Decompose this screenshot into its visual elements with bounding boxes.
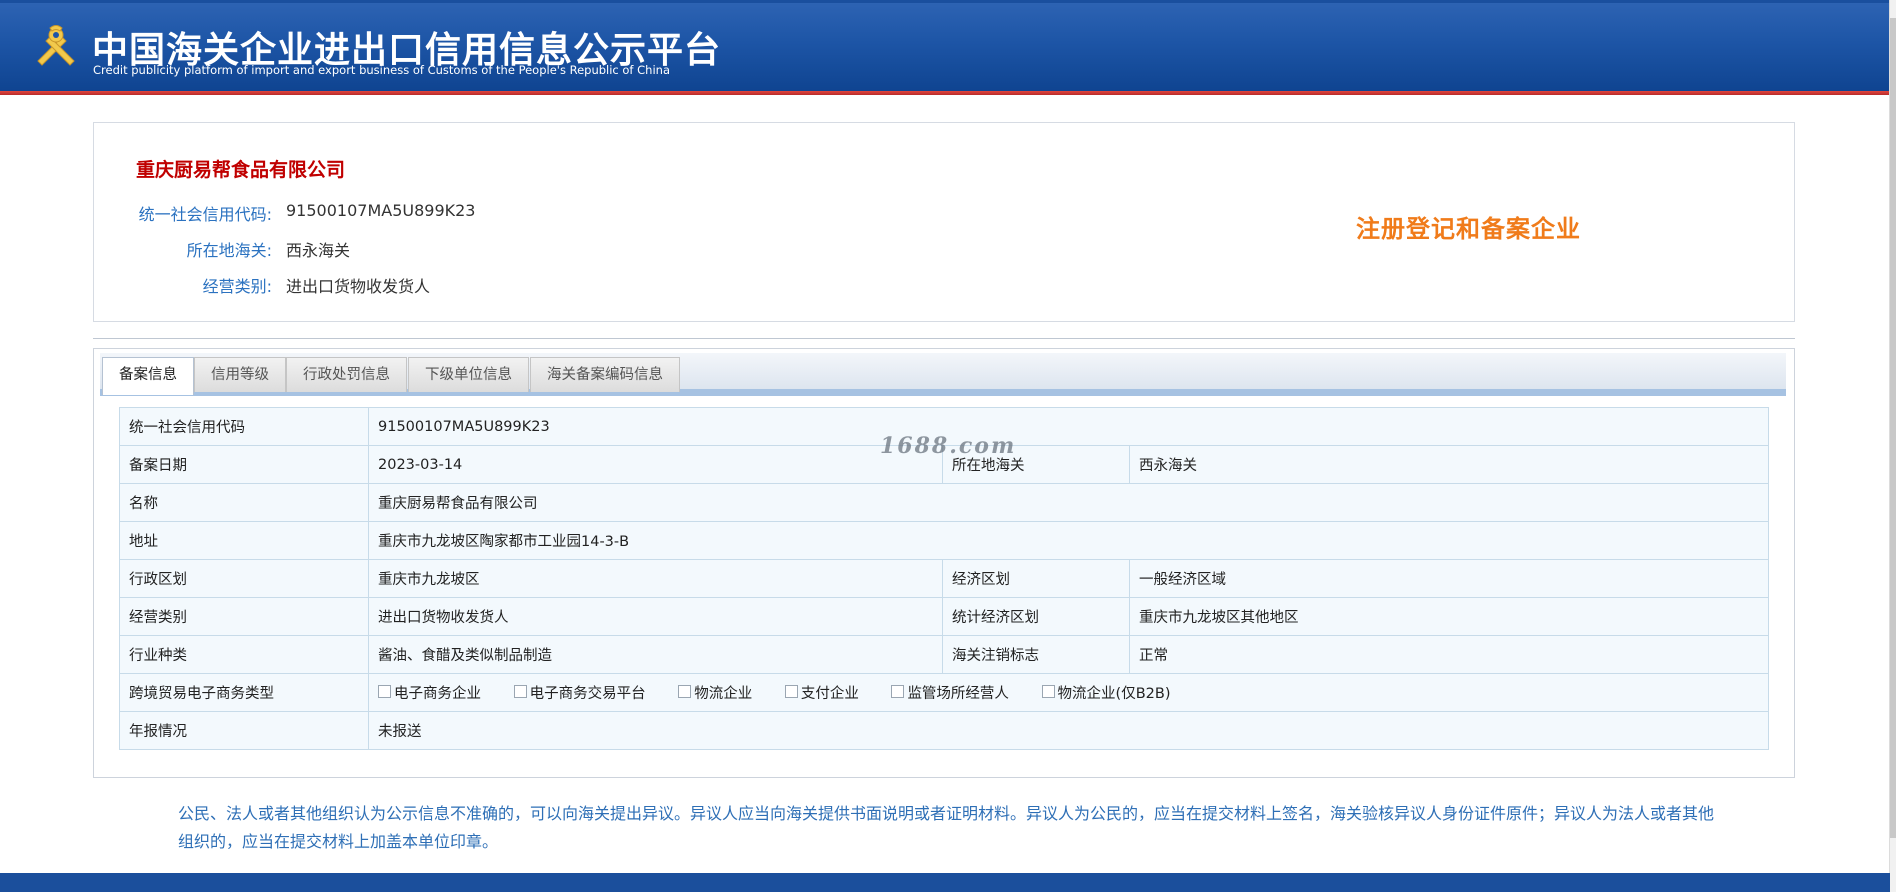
objection-notice: 公民、法人或者其他组织认为公示信息不准确的，可以向海关提出异议。异议人应当向海关… — [178, 804, 1715, 851]
table-row: 行政区划 重庆市九龙坡区 经济区划 一般经济区域 — [119, 559, 1769, 598]
scrollbar-thumb[interactable] — [1890, 18, 1896, 838]
company-summary: 重庆厨易帮食品有限公司 统一社会信用代码: 91500107MA5U899K23… — [93, 122, 1795, 322]
cell-label: 跨境贸易电子商务类型 — [119, 673, 369, 712]
checkbox-label: 电子商务交易平台 — [529, 686, 646, 702]
detail-panel: 备案信息 信用等级 行政处罚信息 下级单位信息 海关备案编码信息 统一社会信用代… — [93, 348, 1795, 778]
summary-value: 91500107MA5U899K23 — [286, 201, 476, 220]
summary-value: 西永海关 — [286, 241, 351, 260]
table-row: 年报情况 未报送 — [119, 711, 1769, 750]
cell-label: 海关注销标志 — [942, 635, 1130, 674]
table-row: 地址 重庆市九龙坡区陶家都市工业园14-3-B — [119, 521, 1769, 560]
cell-label: 经营类别 — [119, 597, 369, 636]
scrollbar[interactable] — [1889, 0, 1896, 892]
table-row: 经营类别 进出口货物收发货人 统计经济区划 重庆市九龙坡区其他地区 — [119, 597, 1769, 636]
table-row: 行业种类 酱油、食醋及类似制品制造 海关注销标志 正常 — [119, 635, 1769, 674]
checkbox-label: 物流企业(仅B2B) — [1057, 686, 1171, 702]
cell-value: 进出口货物收发货人 — [368, 597, 943, 636]
cell-label: 行业种类 — [119, 635, 369, 674]
company-name: 重庆厨易帮食品有限公司 — [136, 159, 346, 181]
cell-value: 西永海关 — [1129, 445, 1769, 484]
cell-label: 统计经济区划 — [942, 597, 1130, 636]
cell-value: 重庆市九龙坡区陶家都市工业园14-3-B — [368, 521, 1769, 560]
tab-credit-rating[interactable]: 信用等级 — [194, 357, 286, 392]
cell-label: 名称 — [119, 483, 369, 522]
site-header: 中国海关企业进出口信用信息公示平台 Credit publicity platf… — [0, 0, 1890, 91]
tab-subordinate-units[interactable]: 下级单位信息 — [408, 357, 529, 392]
cell-label: 备案日期 — [119, 445, 369, 484]
tab-customs-codes[interactable]: 海关备案编码信息 — [530, 357, 680, 392]
summary-label: 所在地海关: — [186, 241, 272, 260]
table-row: 跨境贸易电子商务类型 电子商务企业 电子商务交易平台 物流企业 支付企业 监管场… — [119, 673, 1769, 712]
cell-value: 重庆市九龙坡区其他地区 — [1129, 597, 1769, 636]
cell-value: 2023-03-14 — [368, 445, 943, 484]
ecommerce-option: 物流企业(仅B2B) — [1041, 684, 1171, 702]
checkbox[interactable] — [378, 684, 391, 698]
summary-value: 进出口货物收发货人 — [286, 277, 431, 296]
summary-label: 经营类别: — [202, 277, 272, 296]
ecommerce-option: 电子商务交易平台 — [513, 684, 646, 702]
summary-label: 统一社会信用代码: — [138, 205, 272, 224]
cell-label: 地址 — [119, 521, 369, 560]
checkbox[interactable] — [891, 684, 905, 698]
checkbox-label: 监管场所经营人 — [907, 686, 1009, 702]
ecommerce-option: 物流企业 — [678, 684, 753, 702]
checkbox[interactable] — [1041, 684, 1055, 698]
checkbox[interactable] — [678, 684, 692, 698]
registration-status-stamp: 注册登记和备案企业 — [1356, 215, 1581, 243]
summary-business-type: 经营类别: 进出口货物收发货人 — [94, 273, 814, 297]
cell-value: 91500107MA5U899K23 — [368, 407, 1769, 446]
ecommerce-option: 电子商务企业 — [378, 684, 481, 702]
table-row: 名称 重庆厨易帮食品有限公司 — [119, 483, 1769, 522]
cell-value: 重庆厨易帮食品有限公司 — [368, 483, 1769, 522]
cell-value: 未报送 — [368, 711, 1769, 750]
tab-bar: 备案信息 信用等级 行政处罚信息 下级单位信息 海关备案编码信息 — [100, 353, 1786, 396]
checkbox[interactable] — [784, 684, 798, 698]
watermark: 1688.com — [880, 433, 1017, 459]
checkbox-label: 物流企业 — [694, 686, 753, 702]
checkbox[interactable] — [513, 684, 527, 698]
ecommerce-option: 监管场所经营人 — [891, 684, 1009, 702]
checkbox-label: 支付企业 — [800, 686, 859, 702]
cell-label: 经济区划 — [942, 559, 1130, 598]
tab-record-info[interactable]: 备案信息 — [102, 357, 194, 395]
cell-label: 统一社会信用代码 — [119, 407, 369, 446]
site-subtitle: Credit publicity platform of import and … — [93, 63, 670, 77]
site-footer — [0, 873, 1890, 892]
cell-value: 酱油、食醋及类似制品制造 — [368, 635, 943, 674]
ecommerce-option: 支付企业 — [784, 684, 859, 702]
checkbox-label: 电子商务企业 — [394, 686, 481, 702]
cell-value: 重庆市九龙坡区 — [368, 559, 943, 598]
summary-customs: 所在地海关: 西永海关 — [94, 237, 814, 261]
customs-emblem-icon — [37, 25, 75, 66]
cell-label: 行政区划 — [119, 559, 369, 598]
summary-credit-code: 统一社会信用代码: 91500107MA5U899K23 — [94, 201, 814, 225]
cell-label: 年报情况 — [119, 711, 369, 750]
section-divider — [93, 338, 1795, 339]
header-divider — [0, 91, 1890, 95]
ecommerce-options: 电子商务企业 电子商务交易平台 物流企业 支付企业 监管场所经营人 物流企业(仅… — [368, 673, 1769, 712]
tab-admin-penalty[interactable]: 行政处罚信息 — [286, 357, 407, 392]
cell-value: 正常 — [1129, 635, 1769, 674]
cell-value: 一般经济区域 — [1129, 559, 1769, 598]
